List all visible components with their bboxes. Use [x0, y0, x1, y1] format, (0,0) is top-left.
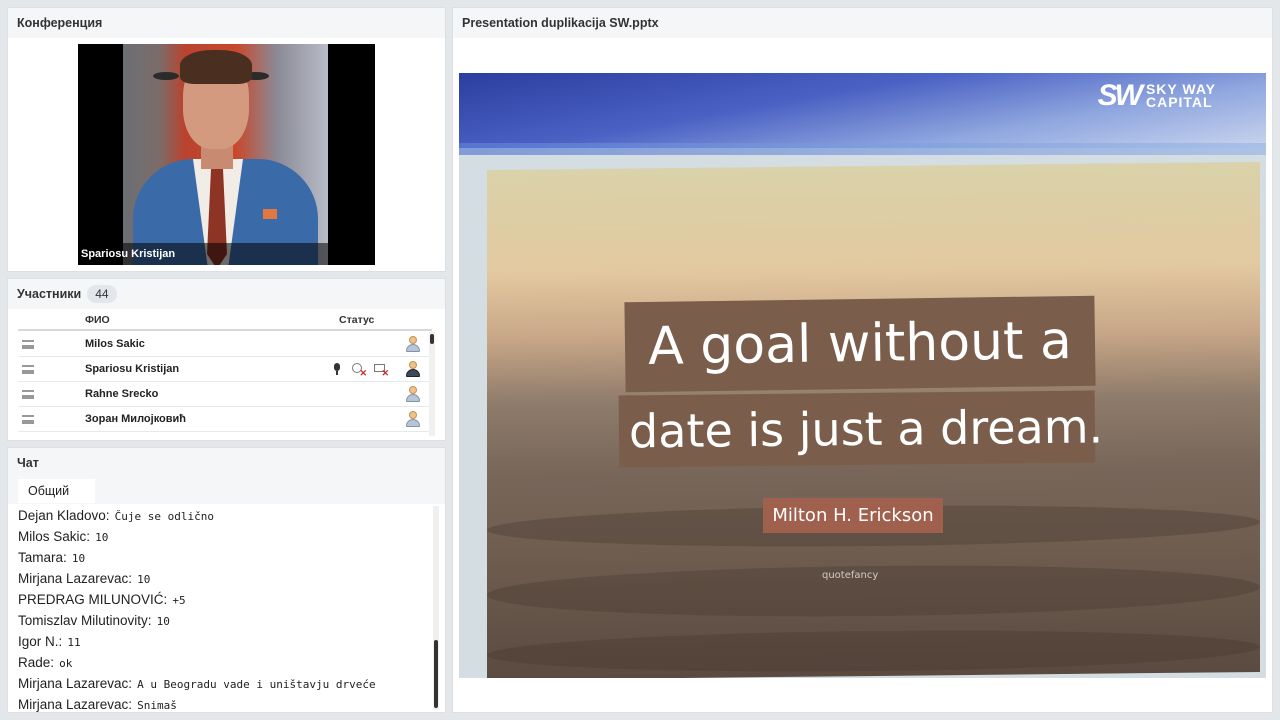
message-author: Milos Sakic:	[18, 529, 91, 544]
message-author: Mirjana Lazarevac:	[18, 676, 133, 691]
message-text: 10	[95, 531, 109, 544]
participants-scroll-thumb[interactable]	[430, 334, 434, 344]
speaker-hair	[180, 50, 252, 84]
participant-name: Spariosu Kristijan	[85, 363, 180, 375]
message-author: PREDRAG MILUNOVIĆ:	[18, 592, 168, 607]
message-author: Igor N.:	[18, 634, 63, 649]
participant-name: Rahne Srecko	[85, 388, 159, 400]
chat-message: Mirjana Lazarevac: Snimaš	[18, 693, 433, 714]
chat-message: Igor N.: 11	[18, 630, 433, 651]
logo-mark: SW	[1097, 79, 1143, 112]
camera-off-icon[interactable]: ✕	[352, 363, 367, 378]
participant-name: Milos Sakic	[85, 338, 145, 350]
tab-general[interactable]: Общий	[18, 479, 95, 503]
chat-panel: Чат Общий Dejan Kladovo: Čuje se odlično…	[8, 448, 445, 712]
chat-message: Mirjana Lazarevac: A u Beogradu vade i u…	[18, 672, 433, 693]
message-text: ok	[59, 657, 73, 670]
drag-handle-icon[interactable]	[22, 390, 34, 399]
participants-scrollbar[interactable]	[429, 332, 435, 436]
participants-list: Milos Sakic Spariosu Kristijan ✕ ✕ Rahne…	[18, 332, 432, 432]
chat-message: Dejan Kladovo: Čuje se odlično	[18, 504, 433, 525]
participants-header: Участники 44	[8, 279, 445, 309]
skyway-logo: SW SKY WAY CAPITAL	[1098, 79, 1216, 113]
microphone-icon[interactable]	[331, 363, 343, 375]
message-text: A u Beogradu vade i uništavju drveće	[137, 678, 376, 691]
sea-wave	[487, 626, 1260, 676]
message-author: Rade:	[18, 655, 55, 670]
message-text: 10	[71, 552, 86, 565]
participants-count-badge: 44	[87, 285, 117, 303]
quote-watermark: quotefancy	[822, 570, 879, 581]
chat-message: Mirjana Lazarevac: 10	[18, 567, 433, 588]
message-text: Čuje se odlično	[114, 510, 214, 523]
chat-scrollbar[interactable]	[433, 506, 439, 710]
video-frame	[123, 44, 328, 265]
chat-message: Milos Sakic: 10	[18, 525, 433, 546]
message-text: 11	[67, 636, 81, 649]
message-author: Mirjana Lazarevac:	[18, 571, 133, 586]
participants-table-header: ФИО Статус	[18, 309, 432, 331]
quote-line-1: A goal without a	[624, 295, 1096, 393]
message-text: 10	[156, 615, 170, 628]
conference-title: Конференция	[8, 8, 445, 38]
presentation-title: Presentation duplikacija SW.pptx	[453, 8, 1272, 38]
user-icon	[406, 386, 420, 403]
message-author: Tomiszlav Milutinovity:	[18, 613, 152, 628]
user-icon	[406, 411, 420, 428]
message-author: Mirjana Lazarevac:	[18, 697, 133, 712]
message-text: +5	[172, 594, 186, 607]
speaker-video[interactable]: Spariosu Kristijan	[78, 44, 375, 265]
ceiling-light	[153, 72, 179, 80]
drag-handle-icon[interactable]	[22, 415, 34, 424]
participant-row[interactable]: Rahne Srecko	[18, 382, 432, 407]
conference-panel: Конференция Spariosu Kristijan	[8, 8, 445, 271]
column-status[interactable]: Статус	[339, 314, 374, 326]
drag-handle-icon[interactable]	[22, 365, 34, 374]
user-icon	[406, 361, 420, 378]
quote-author: Milton H. Erickson	[763, 498, 943, 533]
quote-line-2: date is just a dream.	[618, 390, 1103, 468]
chat-messages: Dejan Kladovo: Čuje se odlično Milos Sak…	[18, 504, 433, 714]
chat-message: PREDRAG MILUNOVIĆ: +5	[18, 588, 433, 609]
message-author: Dejan Kladovo:	[18, 508, 110, 523]
participant-row[interactable]: Spariosu Kristijan ✕ ✕	[18, 357, 432, 382]
drag-handle-icon[interactable]	[22, 340, 34, 349]
chat-scroll-thumb[interactable]	[434, 640, 438, 708]
message-text: 10	[137, 573, 151, 586]
participants-panel: Участники 44 ФИО Статус Milos Sakic Spar…	[8, 279, 445, 440]
message-author: Tamara:	[18, 550, 67, 565]
chat-message: Tamara: 10	[18, 546, 433, 567]
participant-name: Зоран Милојковић	[85, 413, 187, 425]
speaker-pocket-square	[263, 209, 277, 219]
user-icon	[406, 336, 420, 353]
message-text: Snimaš	[137, 699, 177, 712]
logo-text: SKY WAY CAPITAL	[1145, 82, 1216, 110]
slide-view[interactable]: SW SKY WAY CAPITAL A goal without a date…	[459, 73, 1266, 678]
presentation-panel: Presentation duplikacija SW.pptx SW SKY …	[453, 8, 1272, 712]
chat-message: Rade: ok	[18, 651, 433, 672]
chat-message: Tomiszlav Milutinovity: 10	[18, 609, 433, 630]
slide-header-band	[459, 143, 1266, 155]
speaker-name-label: Spariosu Kristijan	[78, 243, 328, 265]
participant-row[interactable]: Зоран Милојковић	[18, 407, 432, 432]
logo-line2: CAPITAL	[1145, 94, 1213, 110]
column-name[interactable]: ФИО	[85, 314, 110, 326]
screen-share-off-icon[interactable]: ✕	[374, 363, 389, 378]
chat-title: Чат	[8, 448, 445, 478]
participant-row[interactable]: Milos Sakic	[18, 332, 432, 357]
participants-title: Участники	[17, 287, 82, 301]
